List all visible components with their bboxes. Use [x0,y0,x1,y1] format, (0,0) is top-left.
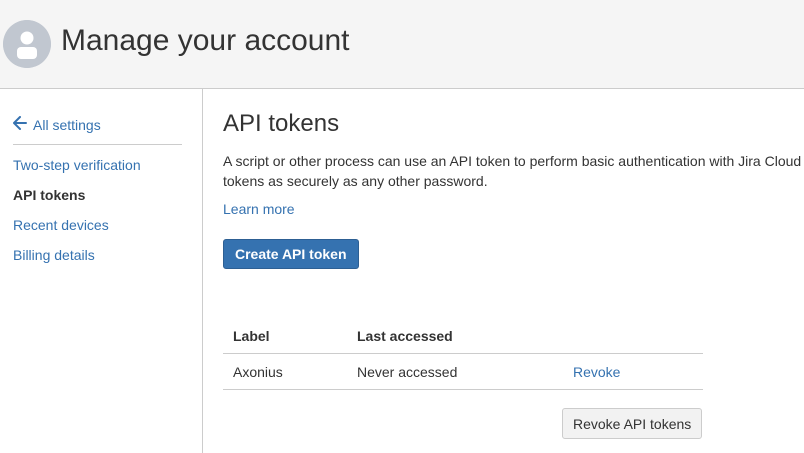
arrow-left-icon [13,116,27,133]
sidebar-divider [13,144,182,145]
create-api-token-button[interactable]: Create API token [223,239,359,269]
sidebar-item-recent-devices[interactable]: Recent devices [13,217,141,247]
section-title: API tokens [223,110,340,137]
token-last-accessed-cell: Never accessed [347,353,563,390]
column-header-label: Label [223,318,347,354]
learn-more-link[interactable]: Learn more [223,201,295,217]
description-text: A script or other process can use an API… [223,153,802,189]
sidebar-item-two-step-verification[interactable]: Two-step verification [13,157,141,187]
user-avatar-icon[interactable] [3,20,51,68]
table-header-row: Label Last accessed [223,318,703,354]
sidebar-item-api-tokens[interactable]: API tokens [13,187,141,217]
page-title: Manage your account [61,24,350,57]
column-header-last-accessed: Last accessed [347,318,563,354]
all-settings-link[interactable]: All settings [13,116,101,133]
sidebar: All settings Two-step verification API t… [0,89,203,453]
api-tokens-table: Label Last accessed Axonius Never access… [223,318,703,390]
all-settings-label: All settings [33,116,101,133]
sidebar-nav: Two-step verification API tokens Recent … [13,157,141,277]
page-header: Manage your account [0,0,804,89]
main-content: API tokens A script or other process can… [223,89,804,453]
sidebar-item-billing-details[interactable]: Billing details [13,247,141,277]
revoke-token-link[interactable]: Revoke [563,353,703,390]
table-row: Axonius Never accessed Revoke [223,353,703,390]
token-label-cell: Axonius [223,353,347,390]
revoke-api-tokens-button[interactable]: Revoke API tokens [562,408,703,439]
column-header-actions [563,318,703,354]
